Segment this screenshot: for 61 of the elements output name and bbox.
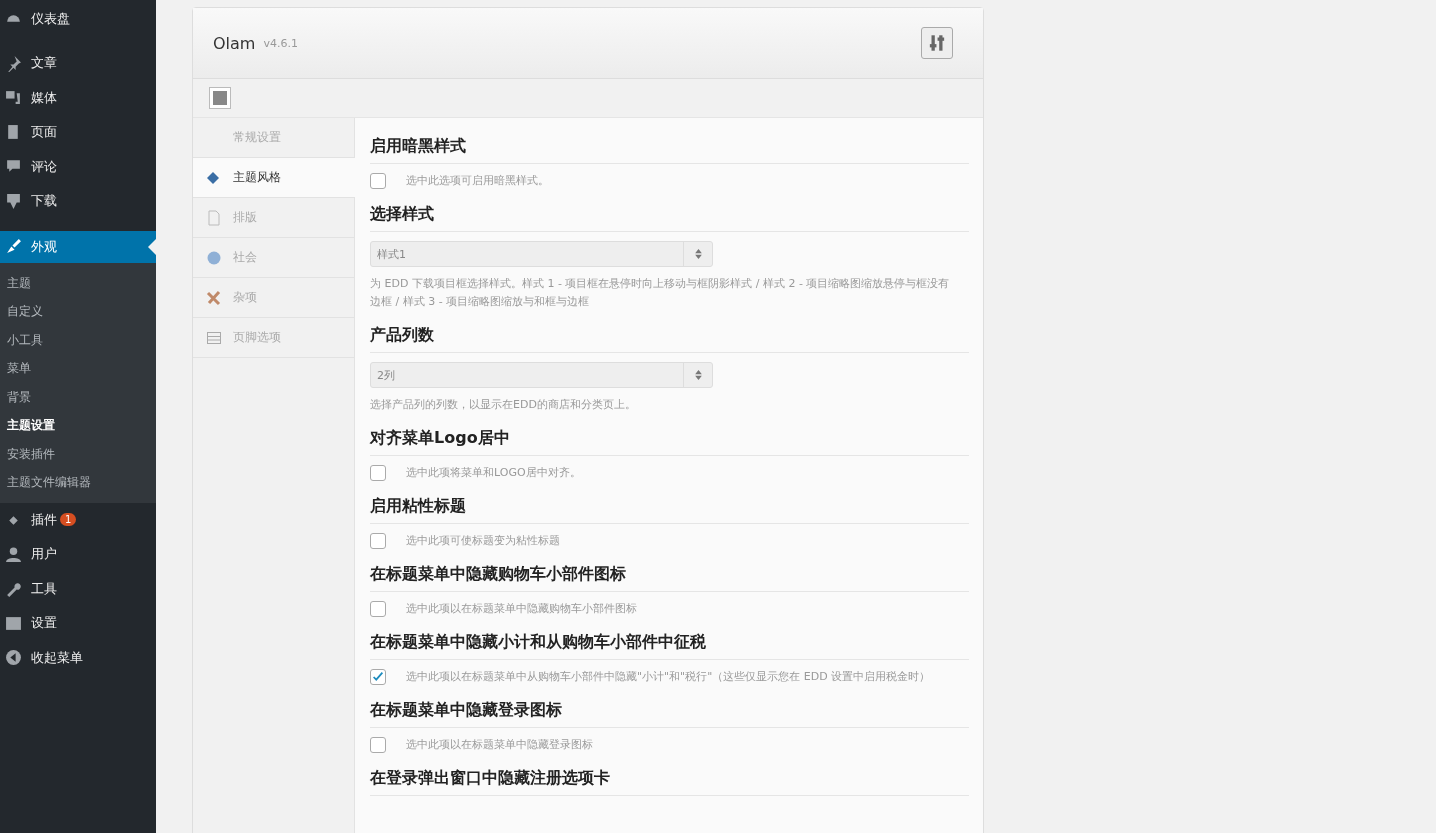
option-description: 选中此项以在标题菜单中隐藏登录图标	[406, 737, 593, 753]
wrench-icon	[5, 580, 22, 598]
menu-item[interactable]: 下载	[0, 184, 156, 219]
version-label: v4.6.1	[263, 36, 298, 50]
menu-item[interactable]: 设置	[0, 606, 156, 641]
option-heading: 启用暗黑样式	[370, 130, 969, 164]
option-description: 选中此项将菜单和LOGO居中对齐。	[406, 465, 581, 481]
submenu-item[interactable]: 主题文件编辑器	[0, 468, 156, 497]
option-heading: 对齐菜单Logo居中	[370, 422, 969, 456]
option-description: 选择产品列的列数，以显示在EDD的商店和分类页上。	[370, 397, 637, 413]
submenu-item[interactable]: 菜单	[0, 354, 156, 383]
footer-icon	[206, 329, 222, 346]
up-down-arrows-icon	[694, 249, 702, 259]
checkbox[interactable]	[370, 533, 386, 549]
menu-item[interactable]: 用户	[0, 537, 156, 572]
checkbox[interactable]	[370, 173, 386, 189]
download-icon	[5, 192, 22, 210]
theme-name: Olam	[213, 33, 256, 53]
submenu-item[interactable]: 背景	[0, 382, 156, 411]
menu-item[interactable]: 外观	[0, 230, 156, 263]
option-description: 选中此项可使标题变为粘性标题	[406, 533, 560, 549]
menu-item[interactable]: 页面	[0, 115, 156, 150]
checkbox[interactable]	[370, 737, 386, 753]
checkbox[interactable]	[370, 465, 386, 481]
option-heading: 选择样式	[370, 198, 969, 232]
submenu-item[interactable]: 自定义	[0, 297, 156, 326]
option-description: 为 EDD 下载项目框选择样式。样式 1 - 项目框在悬停时向上移动与框阴影样式 / 样式 2 - 项目缩略图缩放悬停与框没有边框 / 样式 3 - 项目缩略图缩放与和框与边框	[370, 276, 951, 310]
menu-item[interactable]: 工具	[0, 571, 156, 606]
option-heading: 在登录弹出窗口中隐藏注册选项卡	[370, 762, 969, 796]
checkbox[interactable]	[370, 601, 386, 617]
option-heading: 在标题菜单中隐藏小计和从购物车小部件中征税	[370, 626, 969, 660]
submenu-item[interactable]: 安装插件	[0, 439, 156, 468]
checkbox[interactable]	[370, 669, 386, 685]
submenu-item[interactable]: 主题设置	[0, 411, 156, 440]
info-icon	[206, 249, 222, 266]
sliders-icon[interactable]	[921, 27, 953, 59]
option-description: 选中此选项可启用暗黑样式。	[406, 173, 549, 189]
option-heading: 启用粘性标题	[370, 490, 969, 524]
collapse-icon	[5, 649, 22, 667]
menu-item[interactable]: 文章	[0, 46, 156, 81]
option-heading: 在标题菜单中隐藏登录图标	[370, 694, 969, 728]
menu-item[interactable]: 仪表盘	[0, 0, 156, 40]
submenu-item[interactable]: 主题	[0, 268, 156, 297]
user-icon	[5, 545, 22, 563]
settings-tab[interactable]: 主题风格	[193, 158, 355, 198]
submenu-item[interactable]: 小工具	[0, 325, 156, 354]
page-icon	[206, 209, 222, 226]
expand-toggle-button[interactable]	[209, 87, 231, 109]
menu-item[interactable]: 插件 1	[0, 502, 156, 537]
menu-item[interactable]: 媒体	[0, 80, 156, 115]
menu-item[interactable]: 收起菜单	[0, 640, 156, 675]
option-heading: 产品列数	[370, 319, 969, 353]
paintbrush-icon	[5, 238, 22, 255]
option-description: 选中此项以在标题菜单中从购物车小部件中隐藏"小计"和"税行"（这些仅显示您在 EDD 设置中启用税金时）	[406, 669, 931, 685]
option-description: 选中此项以在标题菜单中隐藏购物车小部件图标	[406, 601, 637, 617]
option-heading: 在标题菜单中隐藏购物车小部件图标	[370, 558, 969, 592]
update-count-badge: 1	[60, 513, 77, 527]
menu-item[interactable]: 评论	[0, 149, 156, 184]
select-field[interactable]: 2列	[370, 362, 713, 388]
up-down-arrows-icon	[694, 370, 702, 380]
media-icon	[5, 89, 22, 107]
